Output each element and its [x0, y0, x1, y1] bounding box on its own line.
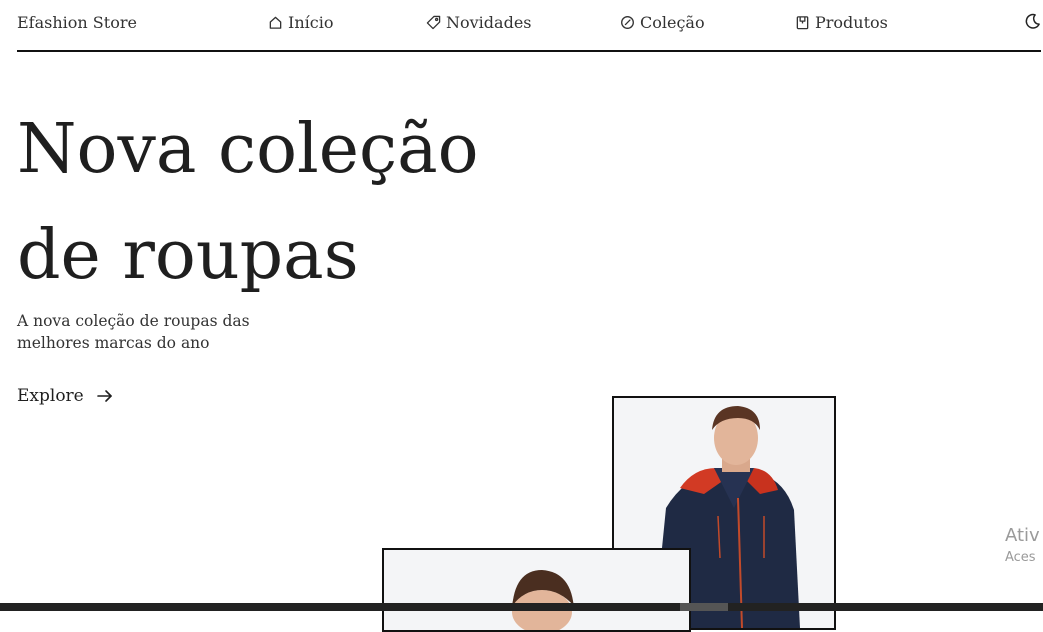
hero-title-line2: de roupas	[17, 216, 359, 295]
watermark-line2: Aces	[1005, 550, 1036, 565]
nav-item-produtos[interactable]: Produtos	[795, 13, 888, 32]
windows-activation-watermark: Ativ Aces	[1005, 525, 1040, 565]
product-image-card-portrait[interactable]	[382, 548, 691, 632]
nav-label-produtos: Produtos	[815, 13, 888, 32]
explore-label: Explore	[17, 386, 84, 406]
product-image-man-portrait	[384, 550, 689, 630]
tag-icon	[426, 15, 441, 30]
nav-item-inicio[interactable]: Início	[268, 13, 333, 32]
scrollbar-thumb[interactable]	[680, 603, 728, 611]
shirt-icon	[796, 16, 809, 30]
arrow-right-icon	[96, 390, 112, 402]
nav-item-colecao[interactable]: Coleção	[620, 13, 705, 32]
watermark-line1: Ativ	[1005, 525, 1040, 546]
horizontal-scrollbar[interactable]	[0, 603, 1043, 611]
hero-title-line1: Nova coleção	[17, 110, 479, 189]
nav-label-novidades: Novidades	[446, 13, 532, 32]
hero-description: A nova coleção de roupas das melhores ma…	[17, 312, 250, 352]
site-logo[interactable]: Efashion Store	[17, 13, 137, 32]
theme-toggle-button[interactable]	[1024, 13, 1041, 34]
nav-label-inicio: Início	[288, 13, 334, 32]
site-header: Efashion Store Início Novidades Coleção …	[17, 0, 1041, 52]
nav-item-novidades[interactable]: Novidades	[426, 13, 532, 32]
explore-button[interactable]: Explore	[17, 386, 114, 406]
moon-icon	[1025, 13, 1040, 29]
home-icon	[269, 16, 282, 29]
hero-title: Nova coleção de roupas	[17, 97, 577, 309]
nav-label-colecao: Coleção	[640, 13, 705, 32]
compass-icon	[621, 16, 634, 29]
